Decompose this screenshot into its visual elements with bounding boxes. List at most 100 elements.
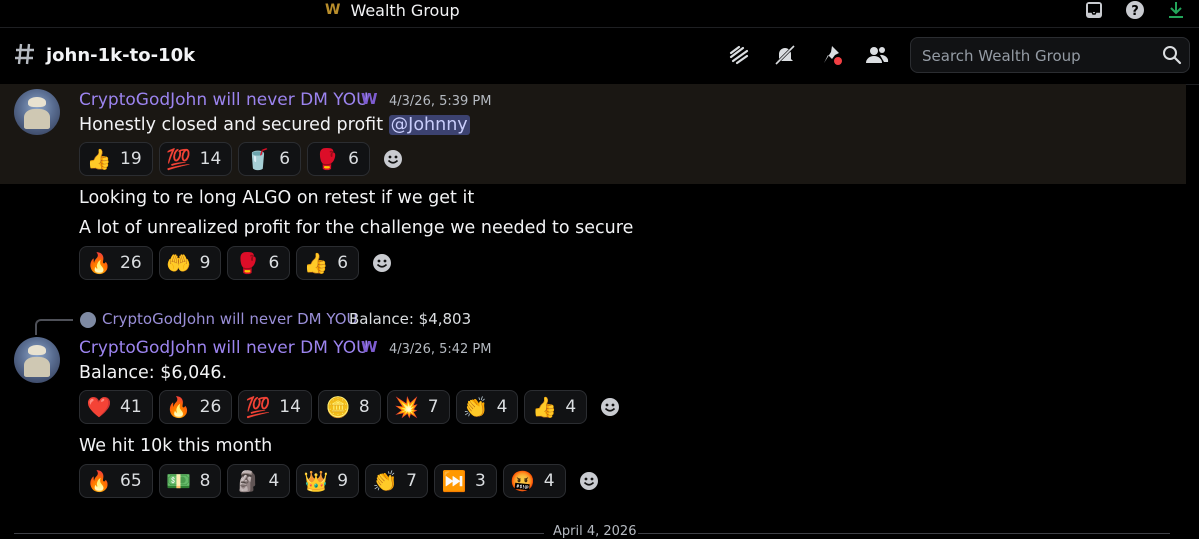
reaction-chip[interactable]: 👍 4 bbox=[524, 390, 588, 424]
message-text: Balance: $6,046. bbox=[79, 363, 228, 383]
reaction-count: 6 bbox=[337, 253, 349, 273]
mute-bell-icon[interactable] bbox=[773, 43, 797, 67]
reaction-chip[interactable]: 🤲 9 bbox=[158, 246, 222, 280]
reaction-emoji-icon: 🔥 bbox=[86, 251, 112, 275]
search-icon[interactable] bbox=[1161, 44, 1183, 66]
reaction-emoji-icon: 🥤 bbox=[245, 147, 271, 171]
help-icon[interactable]: ? bbox=[1124, 0, 1146, 21]
reaction-chip[interactable]: 💵 8 bbox=[158, 464, 222, 498]
message-timestamp: 4/3/26, 5:42 PM bbox=[389, 342, 492, 357]
reaction-count: 6 bbox=[268, 253, 280, 273]
add-reaction-icon[interactable] bbox=[365, 246, 399, 280]
reaction-count: 4 bbox=[496, 397, 508, 417]
date-divider-line bbox=[14, 533, 544, 534]
reaction-chip[interactable]: 🔥 65 bbox=[79, 464, 153, 498]
reaction-count: 9 bbox=[337, 471, 349, 491]
reply-author[interactable]: CryptoGodJohn will never DM YOU bbox=[102, 310, 358, 328]
reply-avatar bbox=[80, 312, 96, 328]
reaction-count: 4 bbox=[268, 471, 280, 491]
members-icon[interactable] bbox=[865, 43, 889, 67]
role-badge-icon: W bbox=[361, 338, 378, 356]
reaction-count: 41 bbox=[120, 397, 142, 417]
reaction-chip[interactable]: 👏 4 bbox=[455, 390, 519, 424]
message-timestamp: 4/3/26, 5:39 PM bbox=[389, 94, 492, 109]
message-text: We hit 10k this month bbox=[79, 436, 273, 456]
reaction-count: 8 bbox=[199, 471, 211, 491]
reply-preview-text[interactable]: Balance: $4,803 bbox=[349, 310, 471, 328]
message-author[interactable]: CryptoGodJohn will never DM YOU bbox=[79, 90, 369, 110]
message-text: A lot of unrealized profit for the chall… bbox=[79, 218, 634, 238]
avatar[interactable] bbox=[14, 89, 60, 135]
date-divider-line bbox=[638, 533, 1170, 534]
reaction-chip[interactable]: 👍 6 bbox=[296, 246, 360, 280]
reaction-emoji-icon: 🤬 bbox=[510, 469, 536, 493]
message-text: Honestly closed and secured profit @John… bbox=[79, 115, 470, 135]
reactions-row: 👍 19 💯 14 🥤 6 🥊 6 bbox=[79, 142, 410, 176]
add-reaction-icon[interactable] bbox=[376, 142, 410, 176]
app-title: W Wealth Group bbox=[325, 0, 460, 20]
date-divider-label: April 4, 2026 bbox=[553, 524, 637, 539]
search-box[interactable] bbox=[910, 37, 1190, 73]
reaction-count: 7 bbox=[406, 471, 417, 491]
add-reaction-icon[interactable] bbox=[572, 464, 606, 498]
reaction-count: 9 bbox=[199, 253, 211, 273]
reaction-emoji-icon: 👏 bbox=[372, 469, 398, 493]
reaction-count: 7 bbox=[427, 397, 439, 417]
reactions-row: 🔥 65 💵 8 🗿 4 👑 9 👏 7 ⏭️ 3 🤬 4 bbox=[79, 464, 606, 498]
channel-hash-icon bbox=[14, 42, 36, 72]
reaction-emoji-icon: ❤️ bbox=[86, 395, 112, 419]
svg-text:?: ? bbox=[1131, 4, 1139, 19]
reaction-count: 4 bbox=[543, 471, 555, 491]
reaction-emoji-icon: 👍 bbox=[86, 147, 112, 171]
reaction-emoji-icon: 🗿 bbox=[235, 469, 260, 493]
reaction-chip[interactable]: ❤️ 41 bbox=[79, 390, 153, 424]
reaction-chip[interactable]: 🤬 4 bbox=[502, 464, 566, 498]
reaction-chip[interactable]: 🪙 8 bbox=[317, 390, 381, 424]
channel-name: john-1k-to-10k bbox=[46, 45, 196, 66]
inbox-icon[interactable] bbox=[1083, 0, 1105, 21]
reaction-chip[interactable]: 💥 7 bbox=[386, 390, 450, 424]
reaction-chip[interactable]: 🥊 6 bbox=[307, 142, 370, 176]
reaction-emoji-icon: 💵 bbox=[166, 469, 192, 493]
reactions-row: ❤️ 41 🔥 26 💯 14 🪙 8 💥 7 👏 4 👍 4 bbox=[79, 390, 627, 424]
reaction-count: 8 bbox=[358, 397, 370, 417]
reaction-chip[interactable]: 🔥 26 bbox=[79, 246, 153, 280]
reaction-emoji-icon: 🔥 bbox=[86, 469, 112, 493]
reaction-count: 26 bbox=[199, 397, 222, 417]
user-mention[interactable]: @Johnny bbox=[388, 115, 470, 135]
reaction-chip[interactable]: 🥤 6 bbox=[238, 142, 302, 176]
reaction-count: 26 bbox=[120, 253, 142, 273]
reactions-row: 🔥 26 🤲 9 🥊 6 👍 6 bbox=[79, 246, 399, 280]
reaction-chip[interactable]: 💯 14 bbox=[238, 390, 312, 424]
reaction-chip[interactable]: 👍 19 bbox=[79, 142, 153, 176]
reaction-chip[interactable]: 👏 7 bbox=[365, 464, 428, 498]
reaction-count: 6 bbox=[279, 149, 291, 169]
message-author[interactable]: CryptoGodJohn will never DM YOU bbox=[79, 338, 369, 358]
reaction-chip[interactable]: 🥊 6 bbox=[227, 246, 291, 280]
reaction-emoji-icon: 🤲 bbox=[166, 251, 192, 275]
message-text-body: Honestly closed and secured profit bbox=[79, 115, 384, 135]
reaction-chip[interactable]: 👑 9 bbox=[296, 464, 360, 498]
search-input[interactable] bbox=[920, 44, 1164, 68]
reaction-chip[interactable]: 🔥 26 bbox=[158, 390, 233, 424]
reaction-emoji-icon: 🥊 bbox=[235, 251, 260, 275]
reaction-emoji-icon: 💥 bbox=[394, 395, 420, 419]
reaction-count: 14 bbox=[279, 397, 301, 417]
reaction-count: 65 bbox=[120, 471, 142, 491]
channel-header: john-1k-to-10k bbox=[0, 27, 1199, 85]
avatar[interactable] bbox=[14, 337, 60, 383]
reaction-emoji-icon: 💯 bbox=[166, 147, 192, 171]
reaction-emoji-icon: 🪙 bbox=[325, 395, 351, 419]
reaction-chip[interactable]: 💯 14 bbox=[158, 142, 233, 176]
reaction-emoji-icon: 👍 bbox=[303, 251, 329, 275]
threads-icon[interactable] bbox=[727, 43, 751, 67]
add-reaction-icon[interactable] bbox=[593, 390, 627, 424]
reaction-count: 14 bbox=[199, 149, 222, 169]
reaction-emoji-icon: 👍 bbox=[531, 395, 557, 419]
pin-icon[interactable] bbox=[820, 43, 844, 67]
reaction-chip[interactable]: ⏭️ 3 bbox=[433, 464, 497, 498]
role-badge-icon: W bbox=[361, 90, 378, 108]
download-icon[interactable] bbox=[1165, 0, 1187, 21]
reaction-emoji-icon: 🔥 bbox=[166, 395, 192, 419]
reaction-chip[interactable]: 🗿 4 bbox=[227, 464, 291, 498]
